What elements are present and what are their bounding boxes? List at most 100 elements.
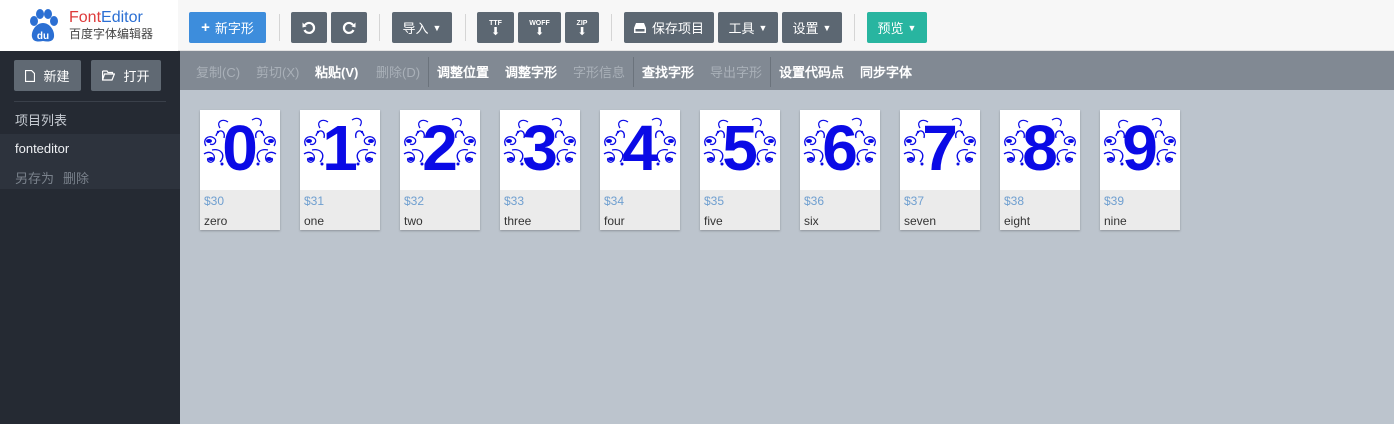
toolbar-divider [379,14,380,41]
glyph-name: two [404,214,423,228]
glyph-char: 5 [722,112,758,184]
project-item: fonteditor 另存为 删除 [0,134,180,189]
glyph-card[interactable]: 9 $39 nine [1100,110,1180,230]
export-ttf-button[interactable]: TTF ⬇ [477,12,514,43]
glyph-code: $36 [804,194,825,208]
glyph-code: $33 [504,194,525,208]
new-project-button[interactable]: 新建 [14,60,81,91]
export-woff-button[interactable]: WOFF ⬇ [518,12,561,43]
new-glyph-button[interactable]: + 新字形 [189,12,266,43]
chevron-down-icon: ▼ [432,22,442,33]
paste-command[interactable]: 粘贴(V) [315,62,358,81]
toolbar-divider [854,14,855,41]
app-title-editor: Editor [101,9,143,26]
glyph-preview: 8 [1000,110,1080,190]
glyph-card[interactable]: 4 $34 four [600,110,680,230]
project-list-title: 项目列表 [15,113,68,128]
glyph-name: zero [204,214,228,228]
logo: du FontEditor 百度字体编辑器 [0,0,178,51]
new-glyph-label: 新字形 [214,21,254,36]
tools-dropdown-button[interactable]: 工具 ▼ [718,12,778,43]
plus-icon: + [201,19,210,36]
glyph-preview: 9 [1100,110,1180,190]
app-title: FontEditor [69,9,143,26]
glyph-char: 9 [1122,112,1158,184]
adjust-position-command[interactable]: 调整位置 [437,62,489,81]
sidebar: 新建 打开 项目列表 fonteditor 另存为 删除 [0,51,180,424]
glyph-card[interactable]: 5 $35 five [700,110,780,230]
command-divider [633,57,634,87]
glyph-code: $32 [404,194,425,208]
command-divider [770,57,771,87]
export-zip-button[interactable]: ZIP ⬇ [565,12,599,43]
delete-command[interactable]: 删除(D) [376,62,420,81]
open-project-button[interactable]: 打开 [91,60,161,91]
save-as-link[interactable]: 另存为 [15,168,54,187]
glyph-preview: 0 [200,110,280,190]
toolbar-divider [279,14,280,41]
glyph-preview: 6 [800,110,880,190]
glyph-card[interactable]: 6 $36 six [800,110,880,230]
svg-text:du: du [37,31,49,42]
glyph-info-command[interactable]: 字形信息 [573,62,625,81]
glyph-name: seven [904,214,937,228]
new-project-label: 新建 [43,69,70,84]
delete-project-link[interactable]: 删除 [63,168,89,187]
glyph-card[interactable]: 2 $32 two [400,110,480,230]
glyph-card[interactable]: 1 $31 one [300,110,380,230]
glyph-card[interactable]: 3 $33 three [500,110,580,230]
glyph-code: $35 [704,194,725,208]
glyph-name: nine [1104,214,1127,228]
undo-button[interactable] [291,12,327,43]
find-glyph-command[interactable]: 查找字形 [642,62,694,81]
new-file-icon [25,69,36,82]
settings-dropdown-button[interactable]: 设置 ▼ [782,12,842,43]
chevron-down-icon: ▼ [822,22,832,33]
glyph-preview: 3 [500,110,580,190]
baidu-paw-icon: du [30,9,58,42]
project-name-link[interactable]: fonteditor [15,141,69,156]
glyph-name: four [604,214,625,228]
download-arrow-icon: ⬇ [490,25,501,38]
chevron-down-icon: ▼ [758,22,768,33]
sidebar-divider [14,101,166,102]
sync-font-command[interactable]: 同步字体 [860,62,912,81]
glyph-preview: 4 [600,110,680,190]
adjust-glyph-command[interactable]: 调整字形 [505,62,557,81]
redo-icon [342,21,356,34]
glyph-card[interactable]: 8 $38 eight [1000,110,1080,230]
glyph-name: eight [1004,214,1031,228]
open-project-label: 打开 [123,69,150,84]
redo-button[interactable] [331,12,367,43]
glyph-preview: 2 [400,110,480,190]
glyph-name: one [304,214,325,228]
glyph-card[interactable]: 0 $30 zero [200,110,280,230]
glyph-code: $30 [204,194,225,208]
app-title-font: Font [69,9,102,26]
save-project-label: 保存项目 [651,21,704,36]
import-label: 导入 [402,21,429,36]
glyph-char: 8 [1022,112,1058,184]
glyph-card[interactable]: 7 $37 seven [900,110,980,230]
glyph-preview: 1 [300,110,380,190]
glyph-char: 1 [322,112,358,184]
glyph-preview: 5 [700,110,780,190]
export-glyph-command[interactable]: 导出字形 [710,62,762,81]
import-dropdown-button[interactable]: 导入 ▼ [392,12,452,43]
preview-dropdown-button[interactable]: 预览 ▼ [867,12,927,43]
glyph-char: 6 [822,112,858,184]
app-subtitle: 百度字体编辑器 [69,27,154,41]
glyph-code: $39 [1104,194,1125,208]
settings-label: 设置 [792,21,819,36]
command-divider [428,57,429,87]
copy-command[interactable]: 复制(C) [196,62,240,81]
glyph-code: $37 [904,194,925,208]
set-codepoint-command[interactable]: 设置代码点 [779,62,844,81]
toolbar-divider [465,14,466,41]
glyph-char: 2 [422,112,458,184]
glyph-code: $38 [1004,194,1025,208]
save-project-button[interactable]: 保存项目 [624,12,714,43]
glyph-name: five [704,214,723,228]
download-arrow-icon: ⬇ [577,25,587,38]
cut-command[interactable]: 剪切(X) [256,62,299,81]
